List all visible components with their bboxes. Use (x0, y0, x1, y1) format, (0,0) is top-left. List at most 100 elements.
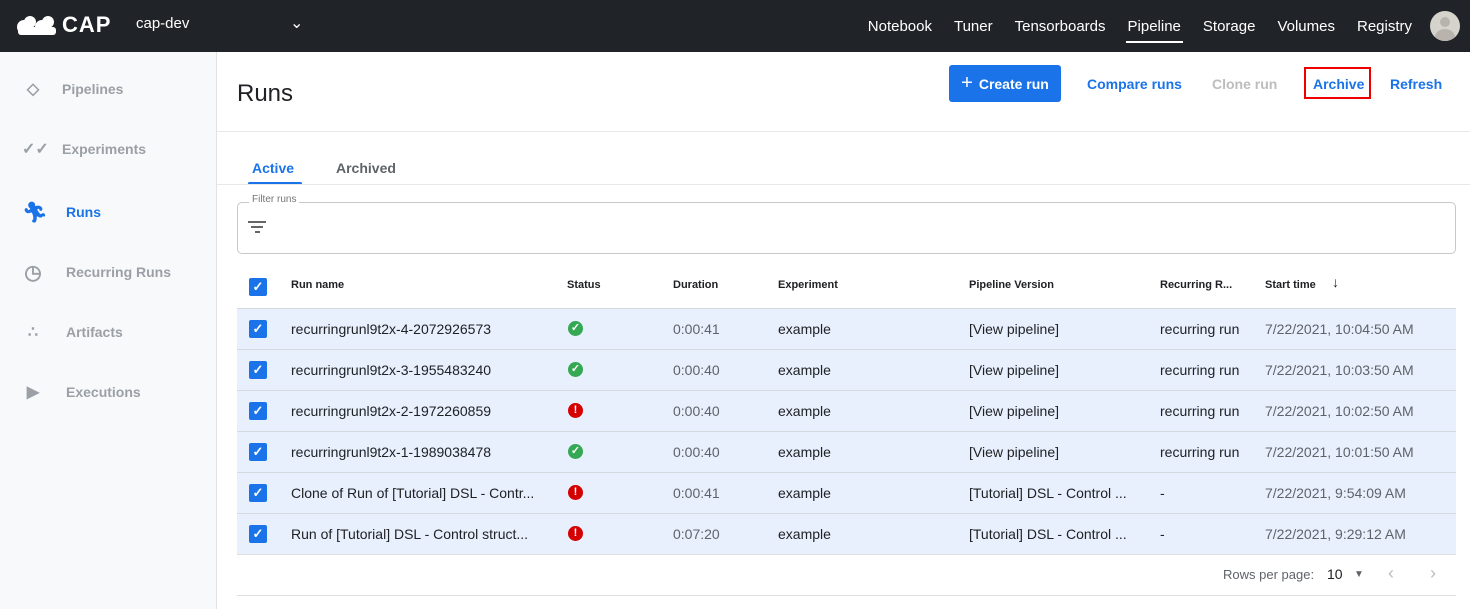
table-row[interactable]: ✓ recurringrunl9t2x-3-1955483240 ✓ 0:00:… (237, 349, 1456, 390)
row-checkbox[interactable]: ✓ (249, 443, 267, 461)
header-status[interactable]: Status (567, 279, 601, 291)
sidebar: ◇ Pipelines ✓✓ Experiments 🏃︎ Runs ◷ Recurri… (0, 52, 217, 609)
row-checkbox[interactable]: ✓ (249, 361, 267, 379)
header-experiment[interactable]: Experiment (778, 279, 838, 291)
sidebar-item-pipelines[interactable]: ◇ Pipelines (0, 69, 216, 109)
user-avatar[interactable] (1430, 11, 1460, 41)
error-icon: ! (568, 403, 583, 418)
nav-notebook[interactable]: Notebook (868, 12, 932, 41)
recurring-run-link[interactable]: - (1160, 526, 1165, 542)
tab-active[interactable]: Active (252, 160, 294, 176)
experiment-link[interactable]: example (778, 485, 831, 501)
duration: 0:00:41 (673, 485, 720, 501)
select-all-checkbox[interactable]: ✓ (249, 278, 267, 296)
sidebar-item-artifacts[interactable]: ∴ Artifacts (0, 312, 216, 352)
table-row[interactable]: ✓ recurringrunl9t2x-4-2072926573 ✓ 0:00:… (237, 308, 1456, 349)
sidebar-item-label: Runs (66, 204, 101, 220)
rows-per-page-select[interactable]: 10 (1327, 566, 1343, 582)
tab-archived[interactable]: Archived (336, 160, 396, 176)
header-pipeline-version[interactable]: Pipeline Version (969, 279, 1054, 291)
error-icon: ! (568, 485, 583, 500)
play-icon: ▶ (26, 384, 40, 401)
sort-arrow-icon[interactable]: ↓ (1332, 274, 1339, 290)
create-run-button[interactable]: + Create run (949, 65, 1061, 102)
pipeline-version-link[interactable]: [Tutorial] DSL - Control ... (969, 526, 1141, 542)
experiment-link[interactable]: example (778, 526, 831, 542)
sidebar-item-runs[interactable]: 🏃︎ Runs (0, 192, 216, 232)
table-row[interactable]: ✓ recurringrunl9t2x-1-1989038478 ✓ 0:00:… (237, 431, 1456, 472)
filter-input[interactable] (237, 202, 1456, 254)
next-page-icon[interactable]: › (1430, 563, 1436, 584)
row-checkbox[interactable]: ✓ (249, 484, 267, 502)
namespace-selector[interactable]: cap-dev (136, 15, 189, 32)
nav-volumes[interactable]: Volumes (1277, 12, 1335, 41)
table-row[interactable]: ✓ Clone of Run of [Tutorial] DSL - Contr… (237, 472, 1456, 513)
start-time: 7/22/2021, 10:04:50 AM (1265, 321, 1414, 337)
header-start-time[interactable]: Start time (1265, 279, 1316, 291)
start-time: 7/22/2021, 9:54:09 AM (1265, 485, 1406, 501)
nav-pipeline[interactable]: Pipeline (1125, 12, 1184, 43)
recurring-run-link[interactable]: recurring run (1160, 403, 1239, 419)
recurring-run-link[interactable]: - (1160, 485, 1165, 501)
alarm-icon: ◷ (24, 261, 42, 284)
artifacts-icon: ∴ (27, 324, 39, 341)
filter-icon (248, 221, 266, 236)
run-name-link[interactable]: Clone of Run of [Tutorial] DSL - Contr..… (291, 485, 551, 501)
sidebar-item-recurring-runs[interactable]: ◷ Recurring Runs (0, 252, 216, 292)
pipeline-version-link[interactable]: [View pipeline] (969, 362, 1141, 378)
duration: 0:00:40 (673, 403, 720, 419)
cloud-logo-icon (17, 16, 56, 35)
sidebar-item-label: Executions (66, 384, 141, 400)
experiments-icon: ✓✓ (22, 141, 49, 158)
row-checkbox[interactable]: ✓ (249, 402, 267, 420)
success-icon: ✓ (568, 444, 583, 459)
pipeline-version-link[interactable]: [View pipeline] (969, 321, 1141, 337)
sidebar-item-experiments[interactable]: ✓✓ Experiments (0, 129, 216, 169)
start-time: 7/22/2021, 9:29:12 AM (1265, 526, 1406, 542)
start-time: 7/22/2021, 10:03:50 AM (1265, 362, 1414, 378)
caret-down-icon[interactable]: ▼ (1354, 569, 1364, 580)
brand-logo[interactable]: CAP (16, 12, 111, 38)
row-checkbox[interactable]: ✓ (249, 525, 267, 543)
row-checkbox[interactable]: ✓ (249, 320, 267, 338)
success-icon: ✓ (568, 362, 583, 377)
filter-label: Filter runs (249, 194, 300, 205)
runs-icon: 🏃︎ (22, 201, 48, 224)
nav-registry[interactable]: Registry (1357, 12, 1412, 41)
run-name-link[interactable]: recurringrunl9t2x-2-1972260859 (291, 403, 551, 419)
compare-runs-button[interactable]: Compare runs (1087, 65, 1182, 102)
run-name-link[interactable]: recurringrunl9t2x-3-1955483240 (291, 362, 551, 378)
nav-tuner[interactable]: Tuner (954, 12, 993, 41)
previous-page-icon[interactable]: ‹ (1388, 563, 1394, 584)
experiment-link[interactable]: example (778, 321, 831, 337)
create-run-label: Create run (978, 75, 1049, 92)
header-duration[interactable]: Duration (673, 279, 718, 291)
divider (217, 184, 1470, 185)
header-run-name[interactable]: Run name (291, 279, 344, 291)
table-row[interactable]: ✓ recurringrunl9t2x-2-1972260859 ! 0:00:… (237, 390, 1456, 431)
header-recurring-run[interactable]: Recurring R... (1160, 279, 1232, 291)
run-name-link[interactable]: recurringrunl9t2x-1-1989038478 (291, 444, 551, 460)
clone-run-button[interactable]: Clone run (1212, 65, 1277, 102)
chevron-down-icon[interactable]: ⌄ (290, 13, 303, 33)
nav-storage[interactable]: Storage (1203, 12, 1256, 41)
table-row[interactable]: ✓ Run of [Tutorial] DSL - Control struct… (237, 513, 1456, 554)
page-title: Runs (237, 80, 294, 107)
refresh-button[interactable]: Refresh (1390, 65, 1442, 102)
pipeline-version-link[interactable]: [Tutorial] DSL - Control ... (969, 485, 1141, 501)
pipeline-version-link[interactable]: [View pipeline] (969, 444, 1141, 460)
run-name-link[interactable]: Run of [Tutorial] DSL - Control struct..… (291, 526, 551, 542)
sidebar-item-executions[interactable]: ▶ Executions (0, 372, 216, 412)
recurring-run-link[interactable]: recurring run (1160, 362, 1239, 378)
experiment-link[interactable]: example (778, 403, 831, 419)
experiment-link[interactable]: example (778, 444, 831, 460)
divider (237, 554, 1456, 555)
duration: 0:00:40 (673, 362, 720, 378)
recurring-run-link[interactable]: recurring run (1160, 321, 1239, 337)
nav-tensorboards[interactable]: Tensorboards (1015, 12, 1106, 41)
experiment-link[interactable]: example (778, 362, 831, 378)
rows-per-page-label: Rows per page: (1223, 567, 1315, 582)
pipeline-version-link[interactable]: [View pipeline] (969, 403, 1141, 419)
run-name-link[interactable]: recurringrunl9t2x-4-2072926573 (291, 321, 551, 337)
recurring-run-link[interactable]: recurring run (1160, 444, 1239, 460)
